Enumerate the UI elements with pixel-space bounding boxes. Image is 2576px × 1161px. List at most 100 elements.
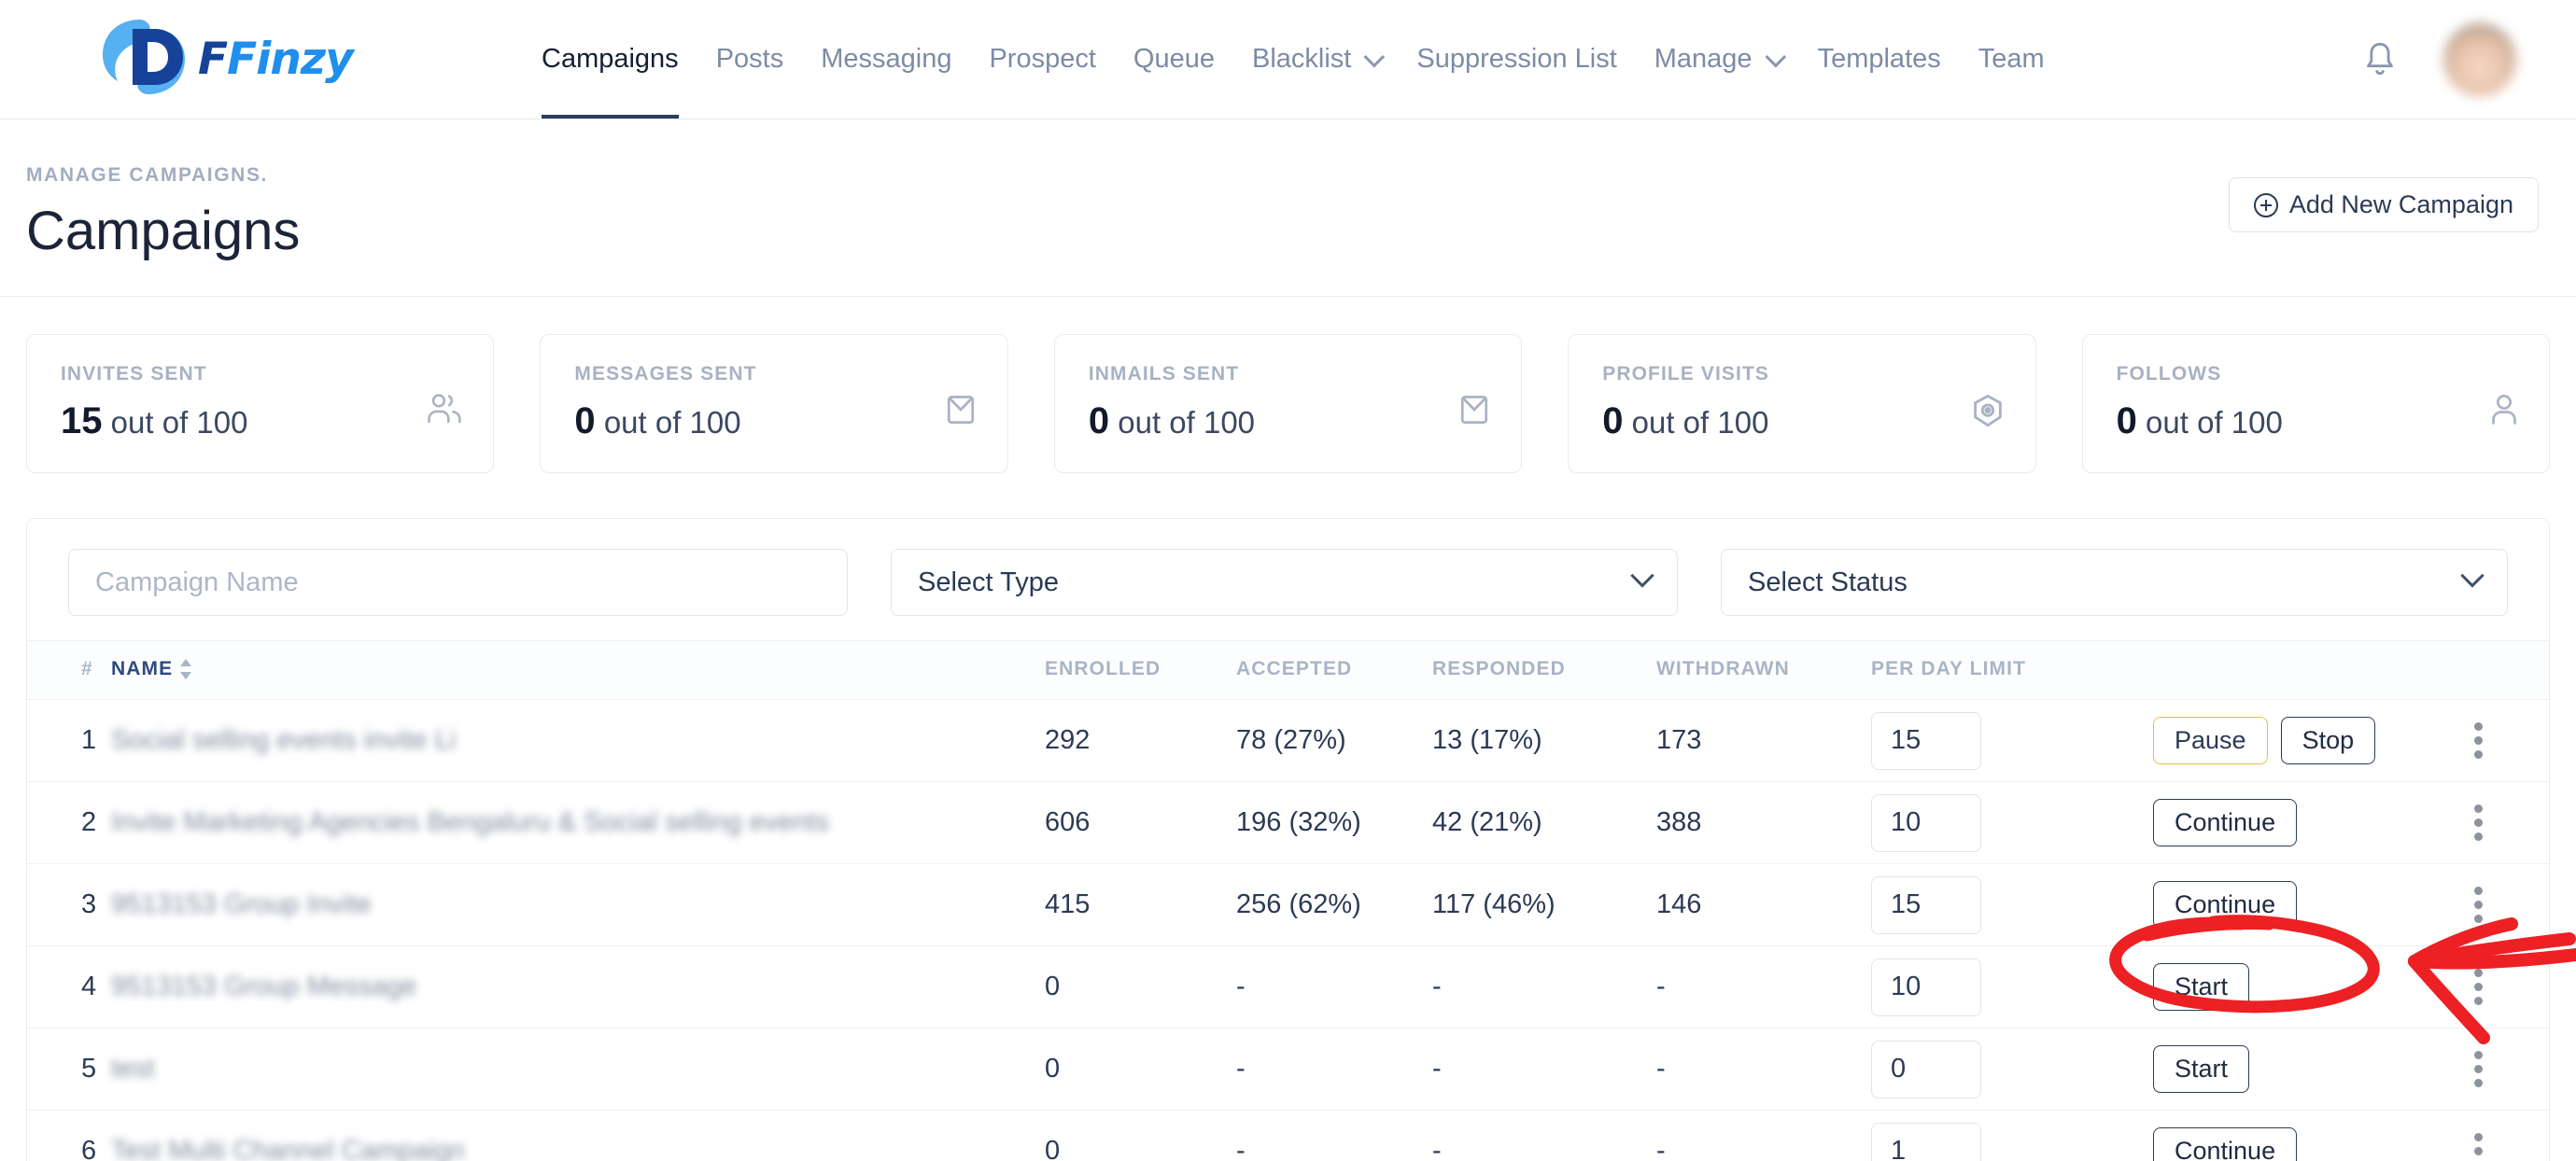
page-title-group: MANAGE CAMPAIGNS. Campaigns bbox=[26, 164, 300, 262]
per-day-limit-input[interactable]: 15 bbox=[1871, 711, 1981, 770]
row-per-day-limit[interactable]: 10 bbox=[1871, 781, 2123, 865]
plus-circle-icon bbox=[2253, 192, 2278, 217]
per-day-limit-input[interactable]: 1 bbox=[1871, 1122, 1981, 1161]
per-day-limit-input[interactable]: 15 bbox=[1871, 875, 1981, 934]
stat-label: INVITES SENT bbox=[61, 363, 207, 385]
nav-item-suppression-list[interactable]: Suppression List bbox=[1398, 0, 1635, 119]
per-day-limit-input[interactable]: 0 bbox=[1871, 1040, 1981, 1098]
row-campaign-name[interactable]: 9513153 Group Message bbox=[111, 945, 1045, 1029]
table-row[interactable]: 5 test 0 - - - 0 Start bbox=[27, 1028, 2549, 1112]
type-filter-select[interactable]: Select Type bbox=[891, 549, 1678, 616]
column-actions bbox=[2123, 639, 2549, 701]
continue-button[interactable]: Continue bbox=[2153, 1127, 2298, 1161]
row-campaign-name[interactable]: Invite Marketing Agencies Bengaluru & So… bbox=[111, 781, 1045, 865]
start-button[interactable]: Start bbox=[2153, 963, 2250, 1012]
row-responded: - bbox=[1432, 1028, 1656, 1112]
row-actions: Start bbox=[2123, 1028, 2549, 1112]
row-enrolled: 0 bbox=[1045, 1110, 1236, 1161]
stat-value: 0 bbox=[574, 400, 596, 441]
status-filter-select[interactable]: Select Status bbox=[1721, 549, 2508, 616]
per-day-limit-input[interactable]: 10 bbox=[1871, 958, 1981, 1016]
campaign-name-filter[interactable] bbox=[68, 549, 848, 616]
nav-item-campaigns[interactable]: Campaigns bbox=[523, 0, 697, 119]
row-enrolled: 0 bbox=[1045, 1028, 1236, 1112]
table-row[interactable]: 6 Test Multi Channel Campaign 0 - - - 1 … bbox=[27, 1110, 2549, 1161]
row-campaign-name[interactable]: Test Multi Channel Campaign bbox=[111, 1110, 1045, 1161]
finzy-logo-icon bbox=[93, 12, 194, 106]
nav-item-queue[interactable]: Queue bbox=[1115, 0, 1233, 119]
row-menu-icon[interactable] bbox=[2474, 969, 2484, 1006]
add-new-campaign-button[interactable]: Add New Campaign bbox=[2228, 177, 2539, 232]
table-row[interactable]: 2 Invite Marketing Agencies Bengaluru & … bbox=[27, 781, 2549, 865]
nav-item-templates[interactable]: Templates bbox=[1799, 0, 1960, 119]
envelope-icon bbox=[1456, 391, 1493, 433]
per-day-limit-input[interactable]: 10 bbox=[1871, 793, 1981, 852]
column-index[interactable]: # bbox=[27, 639, 111, 701]
stat-suffix: out of 100 bbox=[1118, 405, 1256, 440]
table-row[interactable]: 4 9513153 Group Message 0 - - - 10 Start bbox=[27, 945, 2549, 1029]
row-withdrawn: - bbox=[1656, 1110, 1871, 1161]
column-name[interactable]: NAME bbox=[111, 639, 1045, 701]
avatar[interactable] bbox=[2443, 22, 2516, 96]
stat-card-inmails-sent: INMAILS SENT 0 out of 100 bbox=[1053, 334, 1523, 473]
continue-button[interactable]: Continue bbox=[2153, 881, 2298, 930]
row-campaign-name[interactable]: Social selling events invite Li bbox=[111, 699, 1045, 783]
column-withdrawn[interactable]: WITHDRAWN bbox=[1656, 639, 1871, 701]
nav-label: Blacklist bbox=[1252, 44, 1352, 74]
pause-button[interactable]: Pause bbox=[2153, 717, 2268, 765]
bell-icon[interactable] bbox=[2361, 39, 2399, 80]
stop-button[interactable]: Stop bbox=[2280, 717, 2376, 765]
start-button[interactable]: Start bbox=[2153, 1045, 2250, 1094]
column-enrolled[interactable]: ENROLLED bbox=[1045, 639, 1236, 701]
row-enrolled: 292 bbox=[1045, 699, 1236, 783]
row-per-day-limit[interactable]: 0 bbox=[1871, 1028, 2123, 1112]
row-index: 2 bbox=[27, 781, 111, 865]
table-body: 1 Social selling events invite Li 292 78… bbox=[27, 699, 2549, 1161]
chevron-down-icon bbox=[1630, 564, 1654, 588]
row-accepted: 256 (62%) bbox=[1236, 863, 1432, 947]
row-index: 4 bbox=[27, 945, 111, 1029]
column-name-label: NAME bbox=[111, 658, 174, 679]
brand-logo[interactable]: FFinzy bbox=[93, 12, 354, 106]
nav-item-prospect[interactable]: Prospect bbox=[970, 0, 1114, 119]
row-menu-icon[interactable] bbox=[2474, 1051, 2484, 1088]
row-menu-icon[interactable] bbox=[2474, 1133, 2484, 1161]
stat-label: INMAILS SENT bbox=[1088, 363, 1240, 385]
nav-label: Campaigns bbox=[542, 44, 679, 74]
column-per-day-limit[interactable]: PER DAY LIMIT bbox=[1871, 639, 2123, 701]
column-responded[interactable]: RESPONDED bbox=[1432, 639, 1656, 701]
campaigns-table: # NAME ENROLLED ACCEPTED RESPONDED WITHD… bbox=[27, 639, 2549, 1161]
column-accepted[interactable]: ACCEPTED bbox=[1236, 639, 1432, 701]
row-menu-icon[interactable] bbox=[2474, 887, 2484, 924]
stat-value: 0 bbox=[1602, 400, 1624, 441]
row-per-day-limit[interactable]: 15 bbox=[1871, 699, 2123, 783]
stat-value: 0 bbox=[1088, 400, 1110, 441]
table-row[interactable]: 1 Social selling events invite Li 292 78… bbox=[27, 699, 2549, 783]
row-per-day-limit[interactable]: 10 bbox=[1871, 945, 2123, 1029]
nav-label: Messaging bbox=[821, 44, 952, 74]
nav-label: Prospect bbox=[989, 44, 1096, 74]
brand-name: FFinzy bbox=[198, 34, 354, 85]
user-icon bbox=[2487, 391, 2521, 433]
row-campaign-name[interactable]: 9513153 Group Invite bbox=[111, 863, 1045, 947]
nav-item-manage[interactable]: Manage bbox=[1636, 0, 1799, 119]
nav-item-team[interactable]: Team bbox=[1960, 0, 2063, 119]
row-per-day-limit[interactable]: 1 bbox=[1871, 1110, 2123, 1161]
nav-item-posts[interactable]: Posts bbox=[697, 0, 803, 119]
row-menu-icon[interactable] bbox=[2474, 722, 2484, 760]
row-campaign-name[interactable]: test bbox=[111, 1028, 1045, 1112]
row-menu-icon[interactable] bbox=[2474, 804, 2484, 842]
row-actions: Start bbox=[2123, 945, 2549, 1029]
filter-bar: Select Type Select Status bbox=[27, 519, 2549, 640]
table-row[interactable]: 3 9513153 Group Invite 415 256 (62%) 117… bbox=[27, 863, 2549, 947]
search-input[interactable] bbox=[95, 567, 821, 598]
row-responded: 117 (46%) bbox=[1432, 863, 1656, 947]
stat-suffix: out of 100 bbox=[1631, 405, 1769, 440]
page-title: Campaigns bbox=[26, 201, 301, 261]
row-withdrawn: 388 bbox=[1656, 781, 1871, 865]
continue-button[interactable]: Continue bbox=[2153, 799, 2298, 847]
nav-item-messaging[interactable]: Messaging bbox=[802, 0, 970, 119]
campaign-name-text: Invite Marketing Agencies Bengaluru & So… bbox=[111, 807, 829, 838]
nav-item-blacklist[interactable]: Blacklist bbox=[1233, 0, 1398, 119]
row-per-day-limit[interactable]: 15 bbox=[1871, 863, 2123, 947]
